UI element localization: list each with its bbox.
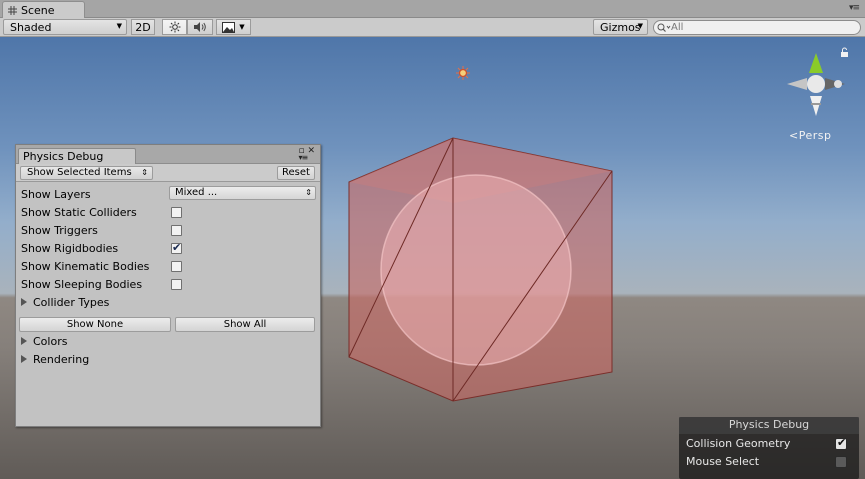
orientation-gizmo[interactable] [787,47,848,116]
image-effects-icon [222,21,236,33]
gizmo-z-axis-icon[interactable] [810,96,822,116]
image-effects-dropdown[interactable]: ▼ [216,19,251,35]
close-icon[interactable]: ✕ [307,146,315,156]
option-label-rigidbodies: Show Rigidbodies [21,242,119,255]
layers-mask-dropdown[interactable]: Mixed ... ⇕ [169,186,316,200]
filter-dropdown-label: Show Selected Items [27,167,132,178]
dropdown-arrow-icon: ▼ [116,22,122,30]
scene-tab-bar: Scene ▾≡ [0,0,865,18]
gizmo-lock-icon[interactable] [841,47,848,57]
option-label-kinematic-bodies: Show Kinematic Bodies [21,260,150,273]
checkbox-kinematic-bodies[interactable] [171,261,182,272]
scene-toolbar: Shaded ▼ 2D ▼ Gizmos ▼ All [0,18,865,37]
updown-arrow-icon: ⇕ [141,168,148,177]
physics-debug-toolbar: Show Selected Items ⇕ Reset [16,164,320,182]
option-label-triggers: Show Triggers [21,224,98,237]
physics-debug-tabbar: Physics Debug ▫ ✕ ▾≡ [16,145,320,165]
tab-scene-label: Scene [21,3,55,17]
checkbox-triggers[interactable] [171,225,182,236]
rendering-label: Rendering [33,353,90,366]
2d-toggle-label: 2D [135,20,151,34]
updown-arrow-icon: ⇕ [305,188,312,197]
physics-debug-overlay: Physics Debug Collision Geometry Mouse S… [679,417,859,479]
overlay-title: Physics Debug [679,417,859,434]
projection-mode-text: Persp [798,129,832,142]
foldout-rendering[interactable]: Rendering [21,351,89,369]
scene-search-field[interactable]: All [653,20,861,35]
colors-label: Colors [33,335,68,348]
dropdown-arrow-icon: ▼ [637,22,643,30]
checkbox-rigidbodies[interactable] [171,241,182,254]
show-selected-items-dropdown[interactable]: Show Selected Items ⇕ [20,166,153,180]
shading-mode-label: Shaded [10,20,52,34]
option-label-static-colliders: Show Static Colliders [21,206,137,219]
gizmos-dropdown[interactable]: Gizmos ▼ [593,19,648,35]
reset-button[interactable]: Reset [277,166,315,180]
projection-label[interactable]: <Persp [789,129,831,142]
show-none-button[interactable]: Show None [19,317,171,332]
sun-icon [169,21,180,33]
tab-scene[interactable]: Scene [2,1,85,18]
overlay-label-collision-geometry: Collision Geometry [686,437,791,450]
2d-toggle-button[interactable]: 2D [131,19,155,35]
dropdown-arrow-icon: ▼ [239,23,245,31]
directional-light-icon [456,66,470,80]
gizmos-label: Gizmos [600,20,641,34]
checkbox-sleeping-bodies[interactable] [171,279,182,290]
window-menu-icon[interactable]: ▾≡ [849,3,860,13]
option-label-sleeping-bodies: Show Sleeping Bodies [21,278,143,291]
checkbox-static-colliders[interactable] [171,207,182,218]
collider-types-label: Collider Types [33,296,110,309]
foldout-colors[interactable]: Colors [21,333,67,351]
search-icon [657,23,671,32]
gizmo-x-axis-icon[interactable] [787,78,807,90]
overlay-checkbox-mouse-select[interactable] [835,456,847,468]
overlay-label-mouse-select: Mouse Select [686,455,760,468]
physics-debug-window: Physics Debug ▫ ✕ ▾≡ Show Selected Items… [15,144,321,427]
search-placeholder: All [671,22,684,33]
lighting-toggle-button[interactable] [162,19,187,35]
audio-toggle-button[interactable] [187,19,213,35]
sphere-collider[interactable] [380,174,572,366]
window-controls: ▫ ✕ ▾≡ [298,146,315,162]
gizmo-y-axis-icon[interactable] [809,53,823,73]
shading-mode-dropdown[interactable]: Shaded ▼ [3,19,127,35]
audio-icon [194,22,206,32]
box-collider[interactable] [348,137,613,402]
overlay-checkbox-collision-geometry[interactable] [835,436,847,450]
grid-icon [8,5,17,15]
layers-value: Mixed ... [175,187,218,198]
foldout-collider-types[interactable]: Collider Types [21,294,109,312]
show-all-button[interactable]: Show All [175,317,315,332]
physics-debug-tab[interactable]: Physics Debug [18,148,136,165]
show-layers-label: Show Layers [21,188,91,201]
